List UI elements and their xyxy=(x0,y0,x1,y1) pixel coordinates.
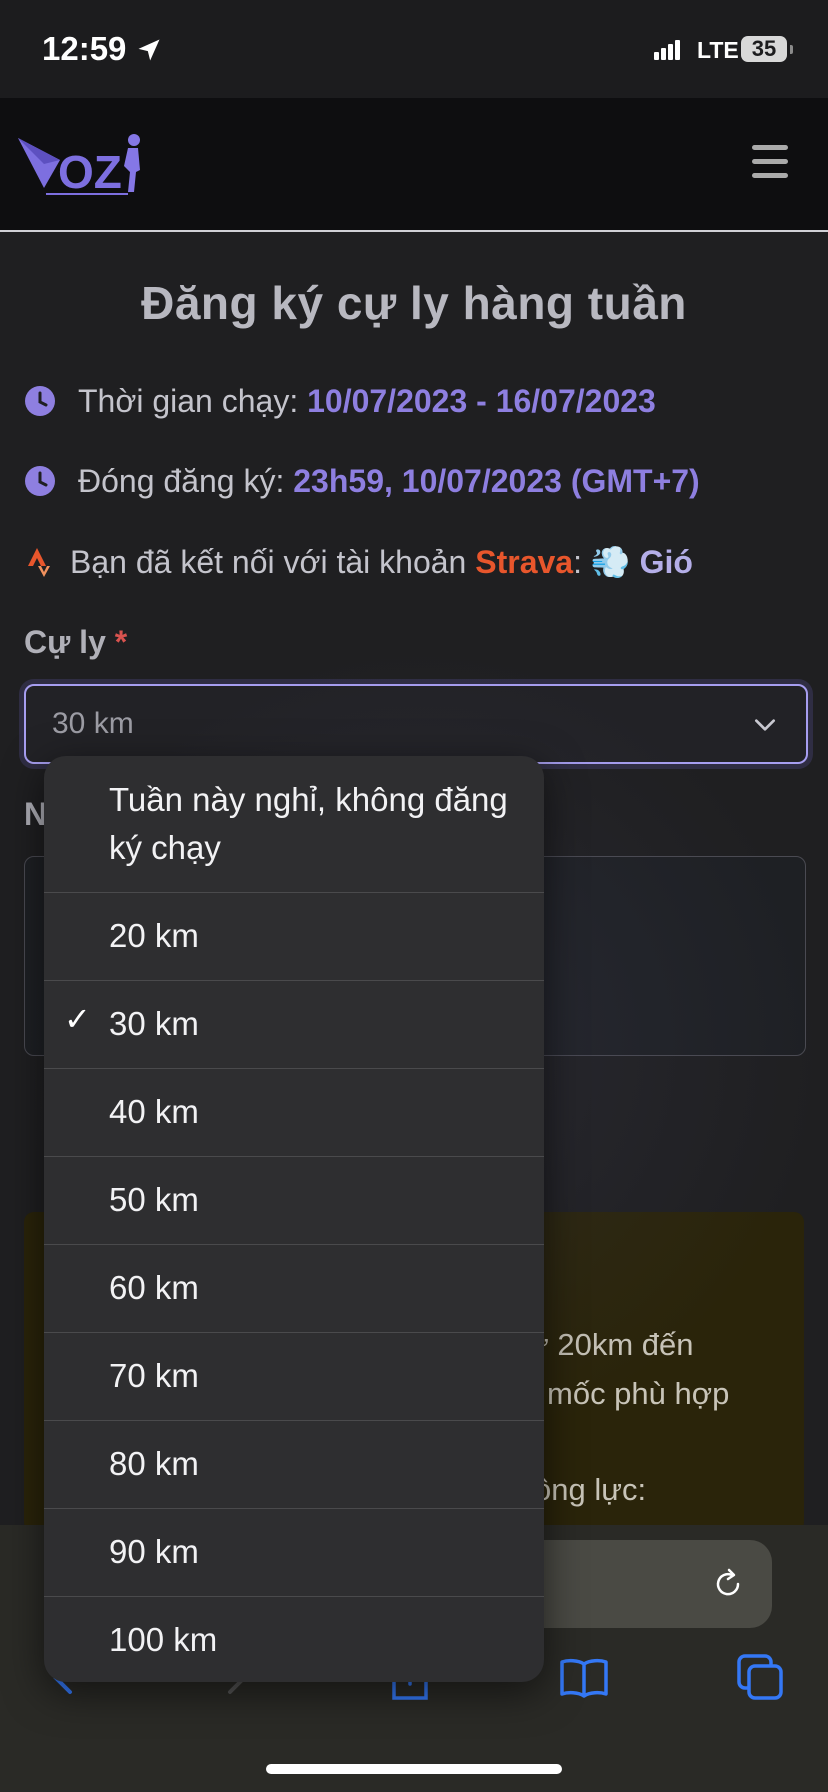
chevron-down-icon xyxy=(754,719,776,731)
run-time-label: Thời gian chạy: xyxy=(78,383,308,419)
dropdown-option-label: 20 km xyxy=(109,917,199,954)
network-type: LTE xyxy=(697,37,739,63)
dropdown-option-label: 90 km xyxy=(109,1533,199,1570)
required-mark: * xyxy=(114,624,128,660)
run-time-value: 10/07/2023 - 16/07/2023 xyxy=(307,383,656,419)
logo-text: OZ xyxy=(58,146,122,198)
dropdown-option-label: 60 km xyxy=(109,1269,199,1306)
strava-icon xyxy=(28,548,50,577)
dropdown-option-label: 70 km xyxy=(109,1357,199,1394)
site-navbar: OZ xyxy=(0,98,828,232)
close-time-line: Đóng đăng ký: 23h59, 10/07/2023 (GMT+7) xyxy=(24,463,700,500)
dropdown-option-20km[interactable]: 20 km xyxy=(44,893,544,981)
cellular-signal-icon xyxy=(654,40,682,60)
close-time-label: Đóng đăng ký: xyxy=(78,463,294,499)
distance-label-text: Cự ly xyxy=(24,624,106,660)
distance-label: Cự ly * xyxy=(24,624,127,661)
dropdown-option-90km[interactable]: 90 km xyxy=(44,1509,544,1597)
page-title: Đăng ký cự ly hàng tuần xyxy=(141,277,687,329)
status-time: 12:59 xyxy=(42,30,127,67)
strava-prefix: Bạn đã kết nối với tài khoản xyxy=(70,544,476,580)
distance-select-value: 30 km xyxy=(52,707,134,740)
dropdown-option-label: 30 km xyxy=(109,1005,199,1042)
dropdown-option-rest[interactable]: Tuần này nghỉ, không đăng ký chạy xyxy=(44,756,544,893)
strava-username: Gió xyxy=(639,544,693,580)
notice-line-3: ộng lực: xyxy=(534,1472,647,1507)
distance-dropdown-menu: Tuần này nghỉ, không đăng ký chạy 20 km … xyxy=(44,756,544,1682)
runner-logo-icon: OZ xyxy=(18,134,140,198)
notice-line-1: ừ 20km đến xyxy=(528,1327,694,1362)
clock-icon xyxy=(25,386,55,416)
battery-icon: 35 xyxy=(741,36,793,62)
menu-toggle-button[interactable] xyxy=(752,145,788,187)
bookmarks-icon[interactable] xyxy=(558,1652,610,1704)
home-indicator xyxy=(266,1764,562,1774)
dropdown-option-label: 100 km xyxy=(109,1621,218,1658)
strava-connection-line: Bạn đã kết nối với tài khoản Strava: 💨 G… xyxy=(24,543,693,581)
dropdown-option-label: 50 km xyxy=(109,1181,199,1218)
dropdown-option-label: Tuần này nghỉ, không đăng ký chạy xyxy=(109,781,508,866)
reload-icon[interactable] xyxy=(710,1566,746,1602)
dropdown-option-40km[interactable]: 40 km xyxy=(44,1069,544,1157)
dropdown-option-70km[interactable]: 70 km xyxy=(44,1333,544,1421)
close-time-value: 23h59, 10/07/2023 (GMT+7) xyxy=(293,463,700,499)
clock-icon xyxy=(25,466,55,496)
strava-link[interactable]: Strava xyxy=(475,544,573,580)
distance-select[interactable]: 30 km xyxy=(24,684,808,764)
status-bar: 12:59 LTE 35 xyxy=(0,0,828,98)
site-logo[interactable]: OZ xyxy=(16,130,146,205)
run-time-line: Thời gian chạy: 10/07/2023 - 16/07/2023 xyxy=(24,383,656,420)
wind-emoji-icon: 💨 xyxy=(590,544,631,580)
dropdown-option-80km[interactable]: 80 km xyxy=(44,1421,544,1509)
dropdown-option-label: 80 km xyxy=(109,1445,199,1482)
dropdown-option-50km[interactable]: 50 km xyxy=(44,1157,544,1245)
dropdown-option-100km[interactable]: 100 km xyxy=(44,1597,544,1682)
strava-separator: : xyxy=(573,544,591,580)
dropdown-option-label: 40 km xyxy=(109,1093,199,1130)
dropdown-option-30km[interactable]: ✓ 30 km xyxy=(44,981,544,1069)
location-arrow-icon xyxy=(138,39,160,61)
tabs-icon[interactable] xyxy=(735,1652,787,1704)
dropdown-option-60km[interactable]: 60 km xyxy=(44,1245,544,1333)
checkmark-icon: ✓ xyxy=(64,1001,91,1037)
notice-line-2: mốc phù hợp xyxy=(547,1376,730,1411)
